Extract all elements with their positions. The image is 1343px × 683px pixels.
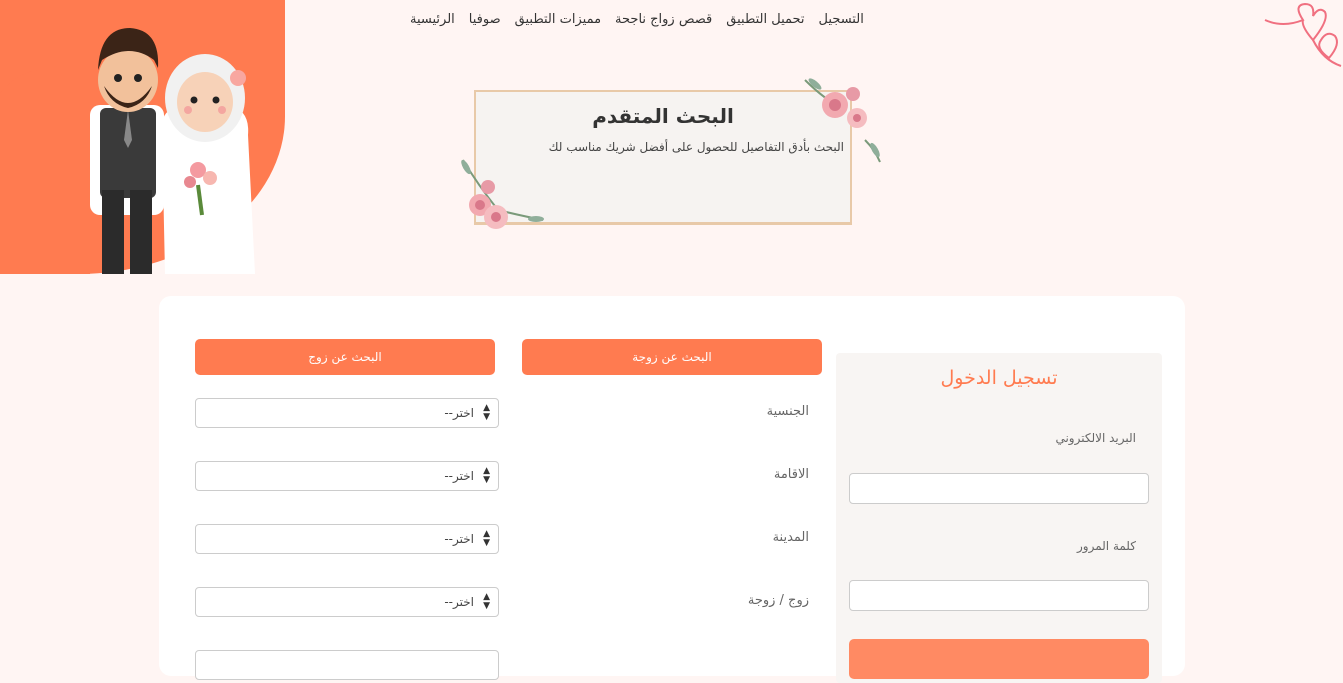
city-select-value: اختر-- xyxy=(444,532,474,546)
nav-item-sofia[interactable]: صوفيا xyxy=(469,12,501,34)
residence-label: الاقامة xyxy=(773,467,809,482)
city-select[interactable]: اختر-- ▲ ▼ xyxy=(195,524,499,554)
search-husband-button[interactable]: البحث عن زوج xyxy=(195,339,495,375)
nationality-select[interactable]: اختر-- ▲ ▼ xyxy=(195,398,499,428)
residence-select[interactable]: اختر-- ▲ ▼ xyxy=(195,461,499,491)
residence-select-value: اختر-- xyxy=(444,469,474,483)
hearts-logo-icon xyxy=(1264,2,1342,67)
main-nav: الرئيسية صوفيا مميزات التطبيق قصص زواج ن… xyxy=(410,12,930,34)
select-arrows-icon: ▲ ▼ xyxy=(483,592,490,611)
nav-item-download[interactable]: تحميل التطبيق xyxy=(726,12,804,34)
email-label: البريد الالكتروني xyxy=(1055,431,1136,445)
login-box: تسجيل الدخول البريد الالكتروني كلمة المر… xyxy=(836,353,1162,683)
login-button[interactable] xyxy=(849,639,1149,679)
page-title: البحث المتقدم xyxy=(592,104,734,128)
spouse-type-select[interactable]: اختر-- ▲ ▼ xyxy=(195,587,499,617)
email-field[interactable] xyxy=(849,473,1149,504)
nationality-label: الجنسية xyxy=(766,404,809,419)
nav-item-register[interactable]: التسجيل xyxy=(819,12,864,34)
city-label: المدينة xyxy=(772,530,809,545)
flower-decoration-top-icon xyxy=(804,78,881,163)
page-subtitle: البحث بأدق التفاصيل للحصول على أفضل شريك… xyxy=(548,140,844,154)
search-wife-button[interactable]: البحث عن زوجة xyxy=(522,339,822,375)
select-arrows-icon: ▲ ▼ xyxy=(483,529,490,548)
couple-illustration xyxy=(90,28,255,274)
nav-item-success-stories[interactable]: قصص زواج ناجحة xyxy=(615,12,712,34)
nav-item-features[interactable]: مميزات التطبيق xyxy=(515,12,601,34)
login-title: تسجيل الدخول xyxy=(940,367,1058,389)
hero-orange-shape-left xyxy=(0,70,90,274)
password-field[interactable] xyxy=(849,580,1149,611)
nationality-select-value: اختر-- xyxy=(444,406,474,420)
flower-decoration-bottom-icon xyxy=(461,159,544,229)
spouse-type-select-value: اختر-- xyxy=(444,595,474,609)
select-arrows-icon: ▲ ▼ xyxy=(483,466,490,485)
nav-item-home[interactable]: الرئيسية xyxy=(410,12,455,34)
select-arrows-icon: ▲ ▼ xyxy=(483,403,490,422)
search-panel: البحث عن زوجة البحث عن زوج الجنسية اختر-… xyxy=(159,296,1185,683)
spouse-type-label: زوج / زوجة xyxy=(747,593,809,608)
password-label: كلمة المرور xyxy=(1076,539,1136,553)
